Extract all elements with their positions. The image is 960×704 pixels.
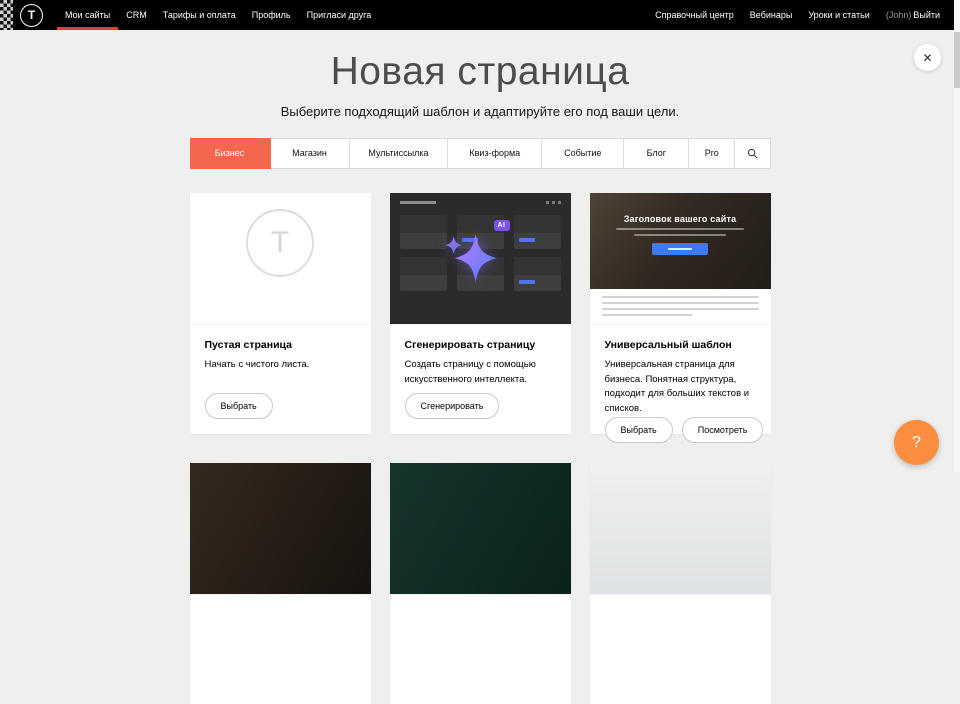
- tilda-logo[interactable]: T: [20, 4, 43, 27]
- mock-nav-dots: [546, 201, 561, 204]
- help-button[interactable]: ?: [894, 420, 939, 465]
- template-card-universal: Заголовок вашего сайта Универсальный шаб…: [590, 193, 771, 434]
- card-description: Начать с чистого листа.: [205, 358, 356, 373]
- generate-button[interactable]: Сгенерировать: [405, 393, 500, 419]
- template-cards-row-1: T Пустая страница Начать с чистого листа…: [190, 193, 771, 434]
- tab-shop[interactable]: Магазин: [271, 139, 350, 168]
- ai-badge: AI: [494, 220, 510, 231]
- card-body: Универсальный шаблон Универсальная стран…: [590, 325, 771, 458]
- tilda-mark-icon: T: [246, 209, 314, 277]
- nav-invite-friend[interactable]: Пригласи друга: [299, 0, 380, 30]
- page-subtitle: Выберите подходящий шаблон и адаптируйте…: [0, 104, 960, 119]
- tab-search[interactable]: [735, 139, 770, 168]
- template-preview: [190, 463, 371, 595]
- logout-link[interactable]: Выйти: [913, 0, 948, 30]
- mock-text-line: [602, 302, 759, 304]
- mock-text-line: [602, 308, 759, 310]
- checker-pattern: [0, 0, 13, 30]
- mock-dot: [546, 201, 549, 204]
- nav-profile[interactable]: Профиль: [244, 0, 299, 30]
- page-title: Новая страница: [0, 50, 960, 95]
- mock-text-section: [590, 289, 771, 324]
- card-title: Универсальный шаблон: [605, 339, 756, 351]
- preview-button[interactable]: Посмотреть: [682, 417, 764, 443]
- template-cards-row-2: [190, 463, 771, 704]
- choose-button[interactable]: Выбрать: [605, 417, 673, 443]
- nav-tariffs[interactable]: Тарифы и оплата: [155, 0, 244, 30]
- mock-text-line: [602, 296, 759, 298]
- template-card-ai-generate: AI Сгенерировать страницу Создать страни…: [390, 193, 571, 434]
- template-card-blank: T Пустая страница Начать с чистого листа…: [190, 193, 371, 434]
- mock-text-line: [602, 314, 693, 316]
- card-body: Сгенерировать страницу Создать страницу …: [390, 325, 571, 434]
- card-actions: Сгенерировать: [405, 393, 556, 419]
- scrollbar-thumb[interactable]: [954, 32, 960, 88]
- card-description: Универсальная страница для бизнеса. Поня…: [605, 358, 756, 417]
- template-card: [190, 463, 371, 704]
- search-icon: [747, 148, 758, 159]
- close-button[interactable]: ✕: [914, 44, 941, 71]
- secondary-nav: Справочный центр Вебинары Уроки и статьи…: [647, 0, 948, 30]
- mock-text-line: [616, 228, 744, 230]
- template-preview: [590, 463, 771, 595]
- tab-business[interactable]: Бизнес: [190, 138, 271, 169]
- mock-image: [514, 257, 561, 275]
- mock-card: [514, 257, 561, 291]
- current-user: (John): [878, 0, 914, 30]
- tab-event[interactable]: Событие: [542, 139, 624, 168]
- card-actions: Выбрать: [205, 393, 356, 419]
- card-actions: Выбрать Посмотреть: [605, 417, 756, 443]
- nav-help-center[interactable]: Справочный центр: [647, 0, 742, 30]
- template-category-tabs: Бизнес Магазин Мультиссылка Квиз-форма С…: [190, 138, 771, 169]
- tab-blog[interactable]: Блог: [624, 139, 689, 168]
- tilda-logo-letter: T: [28, 8, 35, 22]
- top-bar: T Мои сайты CRM Тарифы и оплата Профиль …: [0, 0, 960, 30]
- mock-site-topbar: [400, 201, 561, 204]
- choose-button[interactable]: Выбрать: [205, 393, 273, 419]
- new-page-dialog: ✕ Новая страница Выберите подходящий шаб…: [0, 30, 960, 472]
- template-preview: [390, 463, 571, 595]
- mock-hero-section: Заголовок вашего сайта: [590, 193, 771, 289]
- tab-quiz-form[interactable]: Квиз-форма: [448, 139, 542, 168]
- nav-webinars[interactable]: Вебинары: [742, 0, 801, 30]
- universal-template-preview: Заголовок вашего сайта: [590, 193, 771, 325]
- mock-dot: [552, 201, 555, 204]
- nav-crm[interactable]: CRM: [118, 0, 155, 30]
- main-nav: Мои сайты CRM Тарифы и оплата Профиль Пр…: [57, 0, 379, 30]
- scrollbar-track[interactable]: [954, 0, 960, 472]
- mock-button: [519, 238, 535, 242]
- card-title: Пустая страница: [205, 339, 356, 351]
- ai-generate-preview: AI: [390, 193, 571, 325]
- template-card: [390, 463, 571, 704]
- mock-dot: [558, 201, 561, 204]
- tab-multilink[interactable]: Мультиссылка: [350, 139, 449, 168]
- question-icon: ?: [912, 434, 921, 452]
- blank-page-preview: T: [190, 193, 371, 325]
- nav-lessons[interactable]: Уроки и статьи: [800, 0, 877, 30]
- card-description: Создать страницу с помощью искусственног…: [405, 358, 556, 387]
- mock-text-line: [634, 234, 726, 236]
- mock-button: [519, 280, 535, 284]
- mock-cta-label: [668, 248, 692, 250]
- card-body: Пустая страница Начать с чистого листа. …: [190, 325, 371, 434]
- nav-my-sites[interactable]: Мои сайты: [57, 0, 118, 30]
- mock-hero-heading: Заголовок вашего сайта: [624, 214, 737, 224]
- mock-image: [514, 215, 561, 233]
- tilda-mark-letter: T: [271, 226, 289, 260]
- tab-pro[interactable]: Pro: [689, 139, 734, 168]
- close-icon: ✕: [922, 52, 932, 64]
- template-card: [590, 463, 771, 704]
- mock-card: [514, 215, 561, 249]
- mock-cta-button: [652, 243, 708, 255]
- mock-title-bar: [400, 201, 436, 204]
- ai-sparkle-icon: [440, 228, 512, 295]
- card-title: Сгенерировать страницу: [405, 339, 556, 351]
